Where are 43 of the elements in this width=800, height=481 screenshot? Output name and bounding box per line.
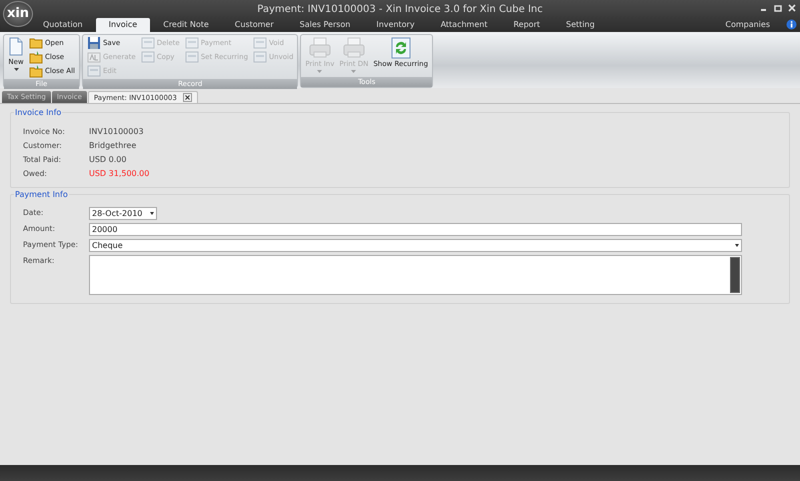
info-icon[interactable] [786,19,797,30]
page-icon [253,36,268,50]
dropdown[interactable]: Cheque [89,239,742,252]
menu-tab[interactable]: Credit Note [150,18,222,32]
remark-field[interactable] [89,255,742,295]
window-title: Payment: INV10100003 - Xin Invoice 3.0 for Xin Cube Inc [257,2,543,16]
input-field[interactable]: 20000 [89,223,742,236]
caret-icon [735,244,739,247]
menu-tab[interactable]: Customer [222,18,287,32]
page-icon [184,50,199,64]
menu-tab[interactable]: Inventory [363,18,428,32]
scrollbar[interactable] [730,257,740,293]
field-value: USD 0.00 [89,154,126,166]
page-icon [86,64,101,78]
menu-tab[interactable]: Sales Person [286,18,364,32]
close-icon[interactable] [182,93,192,102]
page-icon [184,36,199,50]
caret-icon [150,212,154,215]
folder-icon [29,50,43,64]
section-title: Payment Info [14,189,69,201]
page-icon [140,50,155,64]
folder-icon [29,36,43,50]
menu-tab[interactable]: Setting [553,18,608,32]
page-icon [140,36,155,50]
field-value: Bridgethree [89,140,136,152]
document-icon [8,37,24,57]
ab-icon [86,50,101,64]
menu-tab[interactable]: Attachment [428,18,500,32]
printer-icon [308,37,332,59]
page-icon [253,50,268,64]
app-logo[interactable]: xin [3,1,33,27]
folder-icon [29,64,43,78]
field-value: USD 31,500.00 [89,168,150,180]
menu-tab[interactable]: Quotation [30,18,96,32]
recycle-icon [390,37,412,59]
menu-tab[interactable]: Invoice [96,18,150,32]
field-value: INV10100003 [89,126,144,138]
restore-icon[interactable] [774,4,782,12]
companies-menu[interactable]: Companies [725,18,800,32]
printer-icon [342,37,366,59]
save-icon [86,36,101,50]
date-picker[interactable]: 28-Oct-2010 [89,207,157,220]
menu-tab[interactable]: Report [500,18,554,32]
